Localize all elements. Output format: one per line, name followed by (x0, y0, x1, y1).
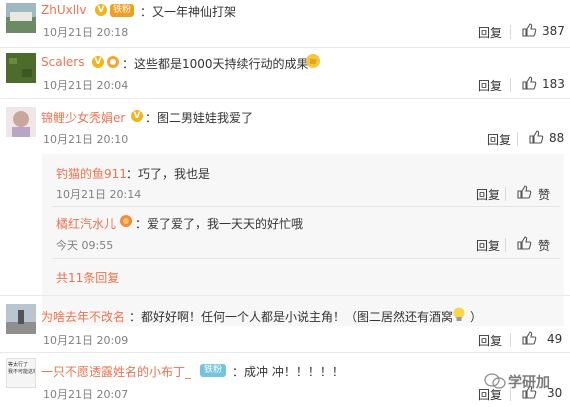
action-separator (510, 25, 511, 39)
like-count: 88 (549, 131, 565, 145)
comment-time: 10月21日 20:04 (43, 79, 129, 92)
action-separator (510, 333, 511, 347)
avatar[interactable] (6, 304, 36, 334)
username[interactable]: 一只不愿透露姓名的小布丁_ (41, 363, 191, 380)
username[interactable]: Scalers (41, 55, 84, 69)
username[interactable]: 锦鲤少女秃娟er (41, 109, 125, 126)
more-replies-link[interactable]: 共11条回复 (56, 269, 119, 286)
avatar-image (6, 107, 36, 137)
reply-button[interactable]: 回复 (476, 237, 500, 254)
avatar-image (6, 3, 36, 33)
thumbs-up-icon[interactable] (528, 129, 544, 148)
verified-v-icon: V (92, 56, 104, 68)
thumbs-up-emoji-icon (305, 53, 321, 72)
closing-paren: ） (470, 310, 483, 324)
username[interactable]: 橘红汽水儿 (56, 215, 116, 232)
username[interactable]: 钓猫的鱼911 (56, 165, 127, 182)
avatar[interactable] (6, 53, 36, 83)
reply-button[interactable]: 回复 (487, 131, 511, 148)
divider (0, 352, 570, 353)
comment-text: ：图二男娃娃我爱了 (145, 111, 254, 125)
like-label[interactable]: 赞 (538, 237, 550, 254)
comment-time: 10月21日 20:07 (43, 388, 129, 401)
reply-button[interactable]: 回复 (478, 332, 502, 349)
watermark-text: 学研加 (508, 375, 550, 391)
divider (0, 98, 570, 99)
iron-fan-badge: 铁粉 (200, 364, 227, 377)
vip-icon (106, 55, 120, 72)
thumbs-up-icon[interactable] (516, 184, 532, 203)
comment-text: ：巧了，我也是 (126, 167, 211, 181)
comment-time: 10月21日 20:09 (43, 334, 129, 347)
action-separator (517, 132, 518, 146)
divider (52, 258, 560, 259)
action-separator (505, 238, 506, 252)
comment-text: ：都好好啊！任何一个人都是小说主角！（图二居然还有酒窝 (129, 310, 454, 324)
comment-time: 10月21日 20:14 (56, 188, 142, 201)
verified-v-icon: V (95, 4, 107, 16)
comment-time: 10月21日 20:18 (43, 26, 129, 39)
lightbulb-emoji-icon (451, 306, 467, 325)
avatar[interactable] (6, 3, 36, 33)
thumbs-up-icon[interactable] (521, 22, 537, 41)
comment-time: 10月21日 20:10 (43, 133, 129, 146)
divider (0, 295, 570, 296)
avatar-image (6, 304, 36, 334)
reply-button[interactable]: 回复 (478, 24, 502, 41)
like-count: 183 (542, 77, 565, 91)
thumbs-up-icon[interactable] (521, 75, 537, 94)
thumbs-up-icon[interactable] (516, 235, 532, 254)
divider (0, 47, 570, 48)
comment-time: 今天 09:55 (56, 239, 114, 252)
comment-text: ：又一年神仙打架 (140, 5, 237, 19)
thumbs-up-icon[interactable] (521, 330, 537, 349)
verified-v-icon: V (131, 110, 143, 122)
reply-button[interactable]: 回复 (476, 186, 500, 203)
like-count: 49 (547, 332, 563, 346)
avatar-caption: 等太行了 我不可能这样 (8, 362, 36, 375)
avatar[interactable]: 等太行了 我不可能这样 (6, 358, 36, 388)
avatar-image (6, 53, 36, 83)
username[interactable]: ZhUxllv (41, 3, 86, 17)
action-separator (505, 187, 506, 201)
action-separator (510, 78, 511, 92)
reply-button[interactable]: 回复 (478, 77, 502, 94)
comment-text: ：这些都是1000天持续行动的成果 (122, 57, 309, 71)
like-count: 387 (542, 24, 565, 38)
divider (52, 206, 560, 207)
like-label[interactable]: 赞 (538, 186, 550, 203)
avatar[interactable] (6, 107, 36, 137)
wechat-logo-icon (484, 372, 506, 393)
comment-text: ：成冲 冲！！！！！ (232, 365, 344, 379)
fan-badge: 铁粉 (110, 4, 135, 17)
username[interactable]: 为啥去年不改名 (41, 308, 125, 325)
comment-text: ：爱了爱了，我一天天的好忙哦 (135, 217, 304, 231)
badge-icon (119, 214, 133, 231)
